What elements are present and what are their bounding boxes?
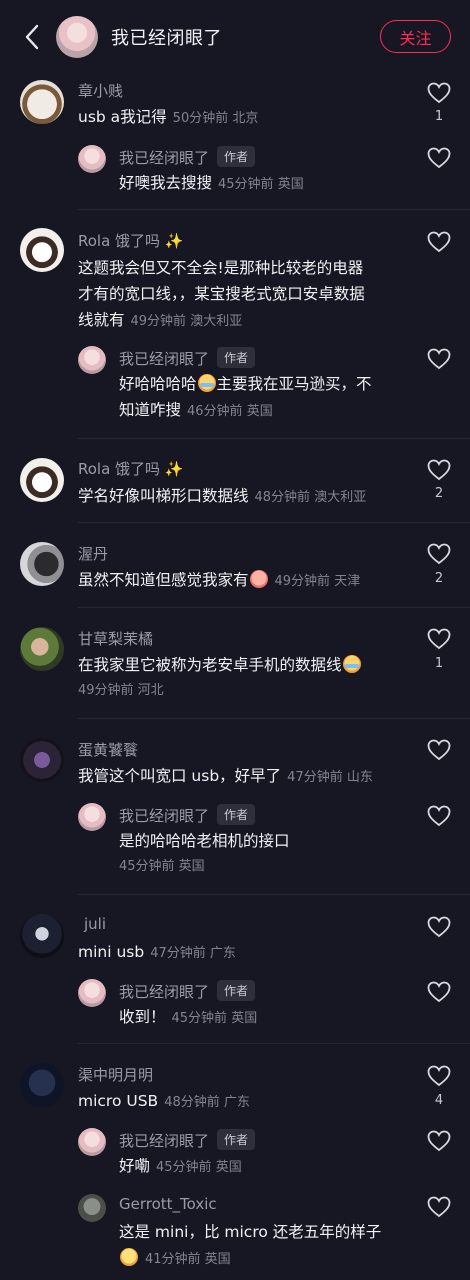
heart-icon[interactable]	[427, 1130, 451, 1152]
like-count: 1	[434, 656, 444, 671]
reply-username[interactable]: 我已经闭眼了 作者	[119, 980, 256, 1002]
back-arrow-icon[interactable]	[18, 22, 46, 52]
comment-username[interactable]: 章小贱	[78, 80, 123, 101]
comment-body: usb a我记得	[78, 108, 167, 126]
comment-username[interactable]: 甘草梨茉橘	[78, 628, 153, 649]
like-count: 4	[434, 1093, 444, 1108]
author-badge: 作者	[217, 980, 256, 1001]
like-count: 2	[434, 571, 444, 586]
avatar[interactable]	[20, 738, 64, 782]
heart-icon[interactable]	[427, 147, 451, 169]
comment-username[interactable]: Rola 饿了吗 ✨	[78, 230, 184, 251]
avatar[interactable]	[20, 458, 64, 502]
author-badge: 作者	[217, 1129, 256, 1150]
comment-text: 这题我会但又不全会!是那种比较老的电器 才有的宽口线，，某宝搜老式宽口安卓数据 …	[78, 259, 365, 329]
reply-text: 好哈哈哈哈 主要我在亚马逊买，不 知道咋搜 46分钟前 英国	[119, 374, 372, 419]
heart-icon[interactable]	[427, 459, 451, 481]
author-badge: 作者	[217, 146, 256, 167]
comment-text: mini usb 47分钟前 广东	[78, 943, 236, 961]
divider	[78, 1043, 470, 1044]
comment-username[interactable]: 渥丹	[78, 543, 108, 564]
heart-icon[interactable]	[427, 82, 451, 104]
avatar[interactable]	[20, 914, 64, 958]
reply-text: 好嘞 45分钟前 英国	[119, 1157, 242, 1175]
avatar[interactable]	[78, 346, 106, 374]
reply-username[interactable]: 我已经闭眼了 作者	[119, 347, 256, 369]
avatar[interactable]	[20, 627, 64, 671]
avatar[interactable]	[78, 979, 106, 1007]
reply-text: 好噢我去搜搜 45分钟前 英国	[119, 174, 304, 192]
divider	[78, 209, 470, 210]
avatar[interactable]	[20, 1063, 64, 1107]
author-badge: 作者	[217, 347, 256, 368]
divider	[78, 438, 470, 439]
comment-username[interactable]: juli	[84, 915, 106, 933]
avatar[interactable]	[78, 1194, 106, 1222]
author-avatar[interactable]	[56, 16, 98, 58]
follow-button[interactable]: 关注	[380, 20, 451, 53]
like-count: 1	[434, 109, 444, 124]
heart-icon[interactable]	[427, 981, 451, 1003]
divider	[78, 894, 470, 895]
reply-username[interactable]: Gerrott_Toxic	[119, 1195, 217, 1213]
crying-emoji-icon	[197, 374, 216, 392]
reply-text: 是的哈哈哈老相机的接口 45分钟前 英国	[119, 832, 290, 874]
page-title: 我已经闭眼了	[111, 28, 222, 49]
crying-emoji-icon	[342, 655, 361, 673]
face-emoji-icon	[120, 1248, 138, 1266]
reply-username[interactable]: 我已经闭眼了 作者	[119, 804, 256, 826]
comment-text: 虽然不知道但感觉我家有 49分钟前 天津	[78, 570, 361, 589]
heart-icon[interactable]	[427, 231, 451, 253]
avatar[interactable]	[20, 80, 64, 124]
comment-username[interactable]: 蛋黄饕餮	[78, 739, 138, 760]
comment-meta: 50分钟前 北京	[172, 111, 259, 126]
reply-username[interactable]: 我已经闭眼了 作者	[119, 1129, 256, 1151]
heart-icon[interactable]	[427, 348, 451, 370]
comment-text: 我管这个叫宽口 usb，好早了 47分钟前 山东	[78, 767, 373, 785]
avatar[interactable]	[20, 228, 64, 272]
sparkles-icon: ✨	[164, 232, 184, 250]
heart-icon[interactable]	[427, 805, 451, 827]
sparkles-icon: ✨	[164, 460, 184, 478]
comment-username[interactable]: Rola 饿了吗 ✨	[78, 458, 184, 479]
comment-text: micro USB 48分钟前 广东	[78, 1092, 250, 1110]
top-bar: 我已经闭眼了 关注	[0, 0, 470, 74]
comment-text: 在我家里它被称为老安卓手机的数据线 49分钟前 河北	[78, 652, 362, 704]
heart-icon[interactable]	[427, 916, 451, 938]
avatar[interactable]	[78, 803, 106, 831]
author-badge: 作者	[217, 804, 256, 825]
comment-username[interactable]: 渠中明月明	[78, 1064, 153, 1085]
grinning-emoji-icon	[249, 570, 268, 588]
reply-text: 收到！ 45分钟前 英国	[119, 1008, 258, 1026]
heart-icon[interactable]	[427, 543, 451, 565]
comment-text: usb a我记得 50分钟前 北京	[78, 104, 258, 132]
heart-icon[interactable]	[427, 1065, 451, 1087]
divider	[78, 607, 470, 608]
avatar[interactable]	[78, 145, 106, 173]
reply-username[interactable]: 我已经闭眼了 作者	[119, 146, 256, 168]
heart-icon[interactable]	[427, 1196, 451, 1218]
avatar[interactable]	[78, 1128, 106, 1156]
heart-icon[interactable]	[427, 628, 451, 650]
like-count: 2	[434, 486, 444, 501]
avatar[interactable]	[20, 542, 64, 586]
reply-text: 这是 mini，比 micro 还老五年的样子 41分钟前 英国	[119, 1223, 382, 1267]
divider	[78, 522, 470, 523]
comment-text: 学名好像叫梯形口数据线 48分钟前 澳大利亚	[78, 487, 367, 505]
divider	[78, 718, 470, 719]
heart-icon[interactable]	[427, 739, 451, 761]
